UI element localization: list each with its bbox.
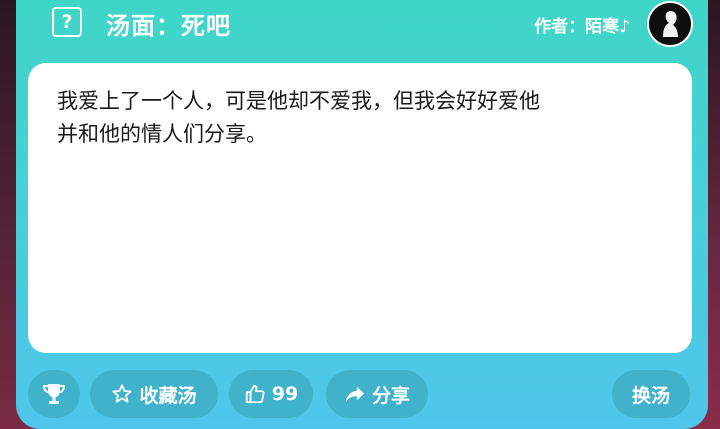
content-line-1: 我爱上了一个人，可是他却不爱我，但我会好好爱他 [57,89,540,113]
card-header: ? 汤面：死吧 作者：陌寒♪ [16,0,708,56]
soup-title: 汤面：死吧 [106,12,231,40]
star-icon [112,384,133,403]
soup-content-text: 我爱上了一个人，可是他却不爱我，但我会好好爱他 并和他的情人们分享。 [57,85,667,151]
thumbs-up-icon [245,384,265,404]
content-line-2: 并和他的情人们分享。 [57,122,267,146]
author-label: 作者：陌寒♪ [534,17,630,37]
soup-content-box: 我爱上了一个人，可是他却不爱我，但我会好好爱他 并和他的情人们分享。 [28,63,692,353]
trophy-icon [42,384,66,404]
question-icon[interactable]: ? [52,7,82,37]
share-arrow-icon [345,386,365,403]
like-button[interactable]: 99 [229,370,313,418]
collect-soup-button[interactable]: 收藏汤 [90,370,218,418]
soup-card: ? 汤面：死吧 作者：陌寒♪ 我爱上了一个人，可是他却不爱我，但我会好好爱他 并… [16,0,708,429]
share-label: 分享 [371,384,410,407]
share-button[interactable]: 分享 [326,370,428,418]
avatar-silhouette-icon [649,3,691,45]
like-count: 99 [271,383,299,405]
switch-soup-button[interactable]: 换汤 [612,370,690,418]
author-avatar[interactable] [647,1,693,47]
switch-label: 换汤 [631,384,670,407]
collect-label: 收藏汤 [139,384,197,407]
trophy-button[interactable] [28,370,80,418]
action-toolbar: 收藏汤 99 分享 换汤 [16,370,708,420]
